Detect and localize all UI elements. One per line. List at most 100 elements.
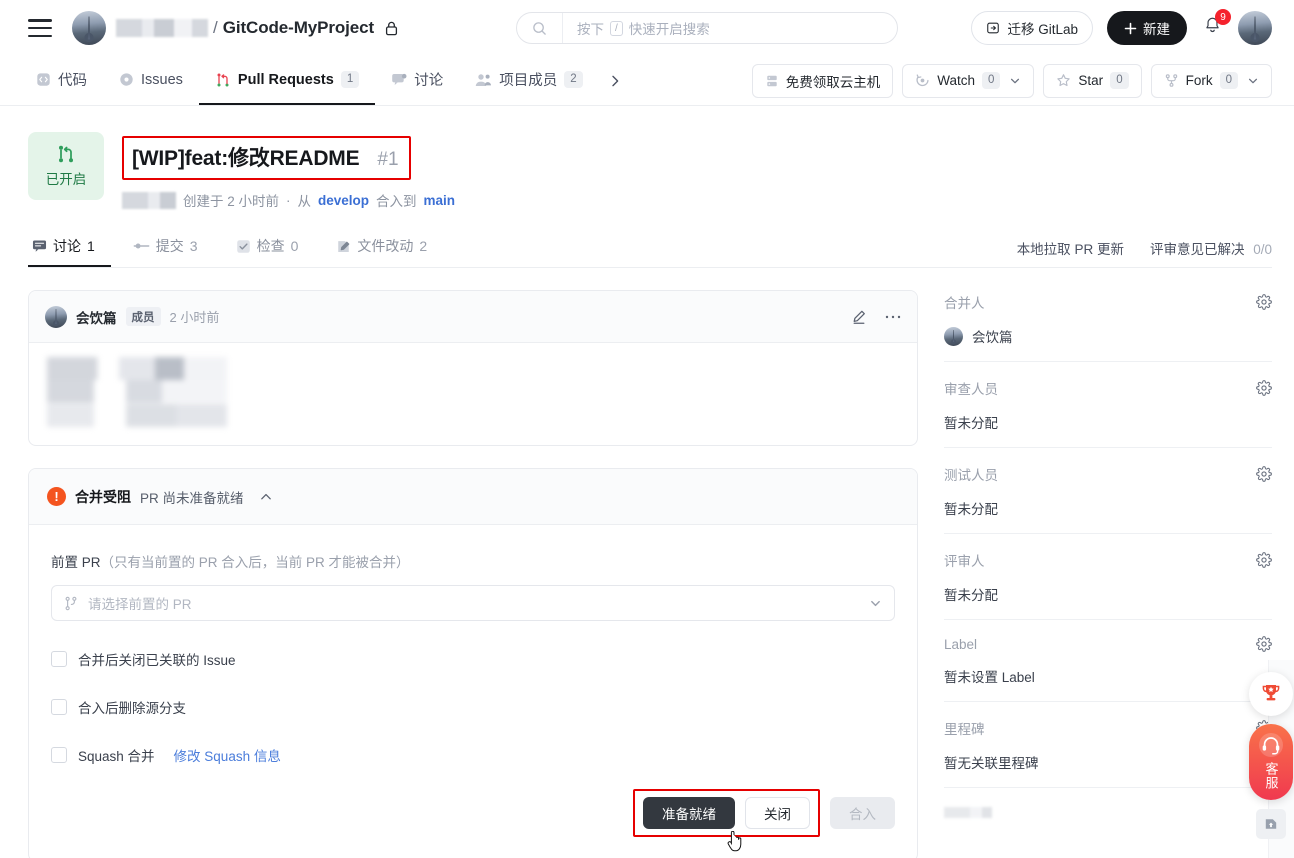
migrate-gitlab-button[interactable]: 迁移 GitLab [971, 11, 1093, 45]
sidebar-section-value: 暂无关联里程碑 [944, 756, 1039, 771]
sidebar-section-partial [944, 788, 1272, 822]
pr-tab-bar: 讨论 1 提交 3 检查 0 文件改动 2 本地拉取 PR 更新 评审意见已解决… [28, 234, 1272, 268]
fork-button[interactable]: Fork 0 [1150, 63, 1272, 98]
repo-tab-issues[interactable]: Issues [103, 56, 199, 105]
header-actions: 迁移 GitLab 新建 9 [971, 9, 1272, 45]
pr-tab-discussion[interactable]: 讨论 1 [28, 236, 111, 267]
pr-tab-files-changed[interactable]: 文件改动 2 [332, 236, 443, 267]
action-label: Star [1078, 73, 1104, 88]
repo-tab-discussion[interactable]: 讨论 [375, 56, 459, 105]
new-button-label: 新建 [1143, 22, 1170, 37]
chevron-right-icon[interactable] [599, 56, 637, 105]
repo-tab-members[interactable]: 项目成员 2 [459, 56, 598, 105]
pr-target-branch[interactable]: main [424, 193, 456, 208]
pr-source-branch[interactable]: develop [318, 193, 369, 208]
squash-merge-option[interactable]: Squash 合并 修改 Squash 信息 [51, 745, 895, 765]
review-resolved-status: 评审意见已解决 0/0 [1150, 238, 1272, 258]
avatar[interactable] [944, 326, 963, 346]
free-cloud-host-button[interactable]: 免费领取云主机 [751, 63, 894, 98]
pr-tab-label: 讨论 [53, 238, 81, 254]
comment-author-name[interactable]: 会饮篇 [76, 307, 117, 327]
local-pull-pr-update-button[interactable]: 本地拉取 PR 更新 [1017, 238, 1124, 258]
sidebar-section-title: Label [944, 636, 978, 652]
pr-author-redacted[interactable] [122, 191, 176, 209]
prerequisite-pr-title: 前置 PR [51, 555, 101, 570]
squash-merge-checkbox[interactable] [51, 747, 67, 763]
repo-tab-code[interactable]: 代码 [28, 56, 103, 105]
delete-source-branch-option[interactable]: 合入后删除源分支 [51, 697, 895, 717]
close-button[interactable]: 关闭 [745, 797, 810, 829]
customer-support-button[interactable]: 客服 [1249, 724, 1293, 800]
comment-timestamp: 2 小时前 [169, 310, 220, 325]
search-icon [517, 13, 563, 43]
merge-status-description: PR 尚未准备就绪 [140, 490, 244, 506]
chevron-down-icon[interactable] [869, 597, 882, 610]
migrate-gitlab-label: 迁移 GitLab [1007, 22, 1078, 37]
pr-tab-checks[interactable]: 检查 0 [232, 236, 315, 267]
star-icon [1056, 73, 1071, 88]
chevron-down-icon[interactable] [1247, 75, 1259, 87]
org-avatar[interactable] [72, 11, 106, 45]
sidebar-section-header: Label [944, 636, 1272, 652]
prerequisite-pr-select[interactable]: 请选择前置的 PR [51, 585, 895, 621]
close-linked-issue-option[interactable]: 合并后关闭已关联的 Issue [51, 649, 895, 669]
top-header: / GitCode-MyProject 按下 / 快速开启搜索 迁移 GitLa… [0, 0, 1294, 56]
search-input[interactable]: 按下 / 快速开启搜索 [516, 12, 898, 44]
hamburger-menu-icon[interactable] [28, 19, 52, 37]
scroll-to-top-button[interactable] [1256, 809, 1286, 839]
breadcrumb: / GitCode-MyProject [116, 18, 398, 38]
sidebar-section-value: 暂未分配 [944, 416, 998, 431]
pr-tab-label: 提交 [155, 238, 184, 254]
pr-tab-label: 检查 [256, 238, 285, 254]
pull-request-icon [215, 72, 231, 88]
pencil-icon[interactable] [851, 309, 867, 325]
search-hint-suffix: 快速开启搜索 [628, 22, 710, 37]
prerequisite-pr-label: 前置 PR（只有当前置的 PR 合入后，当前 PR 才能被合并） [51, 551, 895, 571]
edit-squash-message-link[interactable]: 修改 Squash 信息 [174, 745, 281, 765]
notifications-button[interactable]: 9 [1201, 9, 1231, 42]
search-hint-prefix: 按下 [577, 22, 604, 37]
new-button[interactable]: 新建 [1107, 11, 1187, 45]
gear-icon[interactable] [1256, 294, 1272, 310]
merge-status-title: 合并受阻 [75, 488, 131, 505]
chevron-down-icon[interactable] [1009, 75, 1021, 87]
ready-button[interactable]: 准备就绪 [643, 797, 735, 829]
pr-tab-commits[interactable]: 提交 3 [129, 236, 214, 267]
sidebar-section-milestone: 里程碑 暂无关联里程碑 [944, 702, 1272, 788]
sidebar-section-testers: 测试人员 暂未分配 [944, 448, 1272, 534]
delete-source-branch-checkbox[interactable] [51, 699, 67, 715]
watch-button[interactable]: Watch 0 [902, 63, 1035, 98]
pr-title-highlight-box: [WIP]feat:修改README #1 [122, 136, 411, 180]
repo-tab-list: 代码 Issues Pull Requests 1 讨论 项目成员 2 [28, 56, 637, 105]
close-linked-issue-checkbox[interactable] [51, 651, 67, 667]
action-label: Fork [1185, 73, 1213, 88]
chevron-up-icon[interactable] [259, 490, 273, 504]
star-button[interactable]: Star 0 [1043, 63, 1142, 98]
gear-icon[interactable] [1256, 466, 1272, 482]
scroll-top-icon [1264, 817, 1278, 831]
sidebar-section-title: 测试人员 [944, 468, 998, 483]
repo-tab-pull-requests[interactable]: Pull Requests 1 [198, 56, 376, 105]
review-resolved-label: 评审意见已解决 [1149, 242, 1245, 257]
members-icon [475, 73, 492, 87]
gear-icon[interactable] [1256, 380, 1272, 396]
option-label: 合入后删除源分支 [78, 701, 186, 716]
watch-icon [915, 73, 930, 88]
repo-tab-count: 2 [564, 71, 583, 88]
trophy-widget-button[interactable] [1249, 672, 1293, 716]
org-name-redacted[interactable] [116, 19, 208, 37]
pr-tab-bar-right: 本地拉取 PR 更新 评审意见已解决 0/0 [1017, 238, 1272, 267]
repo-action-buttons: 免费领取云主机 Watch 0 Star 0 Fork 0 [751, 56, 1272, 105]
option-label: Squash 合并 [78, 749, 155, 764]
repo-tab-label: 项目成员 [499, 73, 558, 89]
pr-number: #1 [377, 149, 399, 170]
avatar[interactable] [45, 305, 67, 328]
trophy-icon [1259, 682, 1283, 706]
repo-name[interactable]: GitCode-MyProject [223, 18, 374, 38]
repo-nav: 代码 Issues Pull Requests 1 讨论 项目成员 2 免费领取… [0, 56, 1294, 106]
merger-name[interactable]: 会饮篇 [972, 326, 1013, 346]
ellipsis-icon[interactable] [885, 314, 901, 320]
gear-icon[interactable] [1256, 552, 1272, 568]
user-avatar[interactable] [1238, 11, 1272, 45]
gear-icon[interactable] [1256, 636, 1272, 652]
